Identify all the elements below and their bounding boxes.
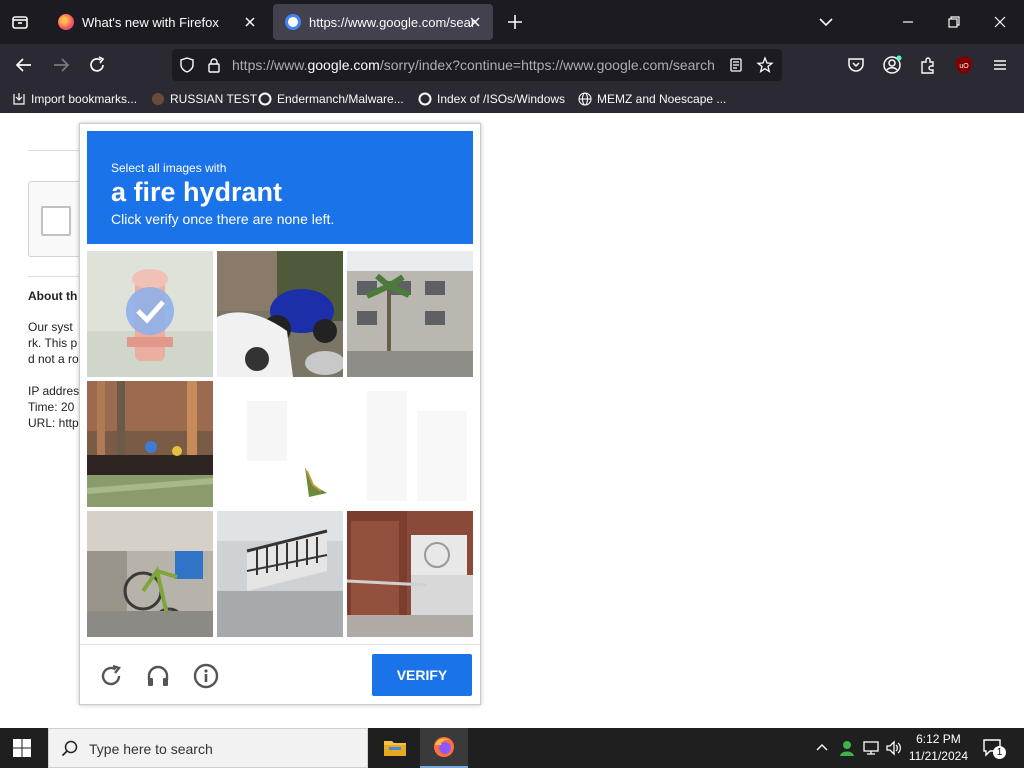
captcha-tile-6[interactable] — [347, 381, 473, 507]
file-explorer-icon[interactable] — [371, 728, 419, 768]
import-icon — [13, 93, 25, 105]
tab-google-search[interactable]: https://www.google.com/search — [273, 4, 493, 40]
page-text-line: IP addres — [28, 384, 80, 398]
page-text-line: d not a ro — [28, 352, 79, 366]
pocket-icon[interactable] — [845, 54, 867, 76]
menu-icon[interactable] — [989, 54, 1011, 76]
bookmark-import[interactable]: Import bookmarks... — [12, 90, 137, 108]
globe-icon — [578, 92, 592, 106]
captcha-tile-9[interactable] — [347, 511, 473, 637]
challenge-header: Select all images with a fire hydrant Cl… — [87, 131, 473, 244]
prompt-instructions: Click verify once there are none left. — [111, 211, 335, 227]
new-tab-icon[interactable] — [505, 12, 525, 32]
captcha-tile-4[interactable] — [87, 381, 213, 507]
close-window-icon[interactable] — [990, 12, 1010, 32]
chevron-down-icon[interactable] — [816, 12, 836, 32]
ublock-icon[interactable]: uO — [953, 54, 975, 76]
network-icon[interactable] — [862, 739, 880, 762]
svg-text:uO: uO — [959, 63, 969, 70]
tab-whats-new[interactable]: What's new with Firefox — [46, 4, 268, 40]
address-bar[interactable]: https://www.google.com/sorry/index?conti… — [172, 49, 782, 81]
search-placeholder: Type here to search — [89, 741, 213, 757]
close-tab-icon[interactable] — [467, 14, 483, 30]
system-clock[interactable]: 6:12 PM 11/21/2024 — [909, 731, 968, 765]
captcha-tile-3[interactable] — [347, 251, 473, 377]
page-text-line: Time: 20 — [28, 400, 75, 414]
divider — [80, 644, 480, 645]
tab-title: What's new with Firefox — [82, 14, 219, 30]
navigation-toolbar: https://www.google.com/sorry/index?conti… — [0, 44, 1024, 86]
info-icon[interactable] — [192, 662, 220, 690]
reload-challenge-icon[interactable] — [97, 662, 125, 690]
minimize-icon[interactable] — [898, 12, 918, 32]
notification-center-icon[interactable]: 1 — [982, 737, 1006, 759]
notification-count: 1 — [993, 746, 1006, 759]
page-text-line: rk. This p — [28, 336, 78, 350]
prompt-small: Select all images with — [111, 161, 227, 175]
bookmark-label: Endermanch/Malware... — [277, 92, 404, 106]
bookmark-isos[interactable]: Index of /ISOs/Windows — [418, 90, 565, 108]
audio-challenge-icon[interactable] — [144, 662, 172, 690]
volume-icon[interactable] — [885, 739, 903, 762]
google-icon — [285, 14, 301, 30]
firefox-icon — [58, 14, 74, 30]
back-icon[interactable] — [13, 54, 35, 76]
forward-icon[interactable] — [50, 54, 72, 76]
page-text-line: Our syst — [28, 320, 73, 334]
captcha-tile-7[interactable] — [87, 511, 213, 637]
restore-icon[interactable] — [944, 12, 964, 32]
bookmark-memz[interactable]: MEMZ and Noescape ... — [578, 90, 726, 108]
url-domain: google.com — [307, 57, 380, 73]
tab-strip: What's new with Firefox https://www.goog… — [0, 0, 1024, 44]
shield-icon[interactable] — [179, 57, 195, 78]
captcha-tile-1[interactable] — [87, 251, 213, 377]
captcha-tile-5[interactable] — [217, 381, 343, 507]
taskbar-search[interactable]: Type here to search — [48, 728, 368, 768]
tab-title: https://www.google.com/search — [309, 14, 475, 30]
firefox-taskbar-icon[interactable] — [420, 728, 468, 768]
captcha-tile-2[interactable] — [217, 251, 343, 377]
page-text-line: URL: http — [28, 416, 79, 430]
url-text[interactable]: https://www.google.com/sorry/index?conti… — [232, 57, 716, 73]
extensions-icon[interactable] — [917, 54, 939, 76]
bookmark-label: RUSSIAN TEST — [170, 92, 258, 106]
bookmarks-toolbar: Import bookmarks... RUSSIAN TEST Enderma… — [0, 86, 1024, 113]
prompt-target: a fire hydrant — [111, 177, 283, 207]
url-prefix: https://www. — [232, 57, 308, 73]
verify-button[interactable]: VERIFY — [372, 654, 472, 696]
lock-icon[interactable] — [206, 57, 222, 78]
bookmark-endermanch[interactable]: Endermanch/Malware... — [258, 90, 404, 108]
captcha-tile-8[interactable] — [217, 511, 343, 637]
close-tab-icon[interactable] — [242, 14, 258, 30]
chevron-up-icon[interactable] — [814, 740, 830, 761]
clock-time: 6:12 PM — [916, 732, 961, 746]
bookmark-russian-test[interactable]: RUSSIAN TEST — [151, 90, 257, 108]
reader-view-icon[interactable] — [728, 57, 744, 78]
account-icon[interactable] — [881, 54, 903, 76]
url-path: /sorry/index?continue=https://www.google… — [379, 57, 715, 73]
user-status-icon[interactable] — [838, 739, 856, 762]
bookmark-label: MEMZ and Noescape ... — [597, 92, 727, 106]
bookmark-star-icon[interactable] — [756, 56, 774, 79]
bookmark-label: Index of /ISOs/Windows — [437, 92, 566, 106]
google-icon — [258, 92, 272, 106]
bookmark-site-icon — [152, 93, 164, 105]
recaptcha-challenge: Select all images with a fire hydrant Cl… — [79, 123, 481, 705]
bookmark-label: Import bookmarks... — [31, 92, 138, 106]
recaptcha-checkbox[interactable] — [41, 206, 71, 236]
windows-start-icon[interactable] — [12, 738, 32, 758]
reload-icon[interactable] — [86, 54, 108, 76]
search-icon — [61, 740, 79, 763]
taskbar: Type here to search 6:12 PM 11/21/2024 1 — [0, 728, 1024, 768]
clock-date: 11/21/2024 — [908, 749, 968, 763]
about-heading: About th — [28, 289, 78, 303]
list-all-tabs-icon[interactable] — [8, 10, 32, 34]
google-icon — [418, 92, 432, 106]
